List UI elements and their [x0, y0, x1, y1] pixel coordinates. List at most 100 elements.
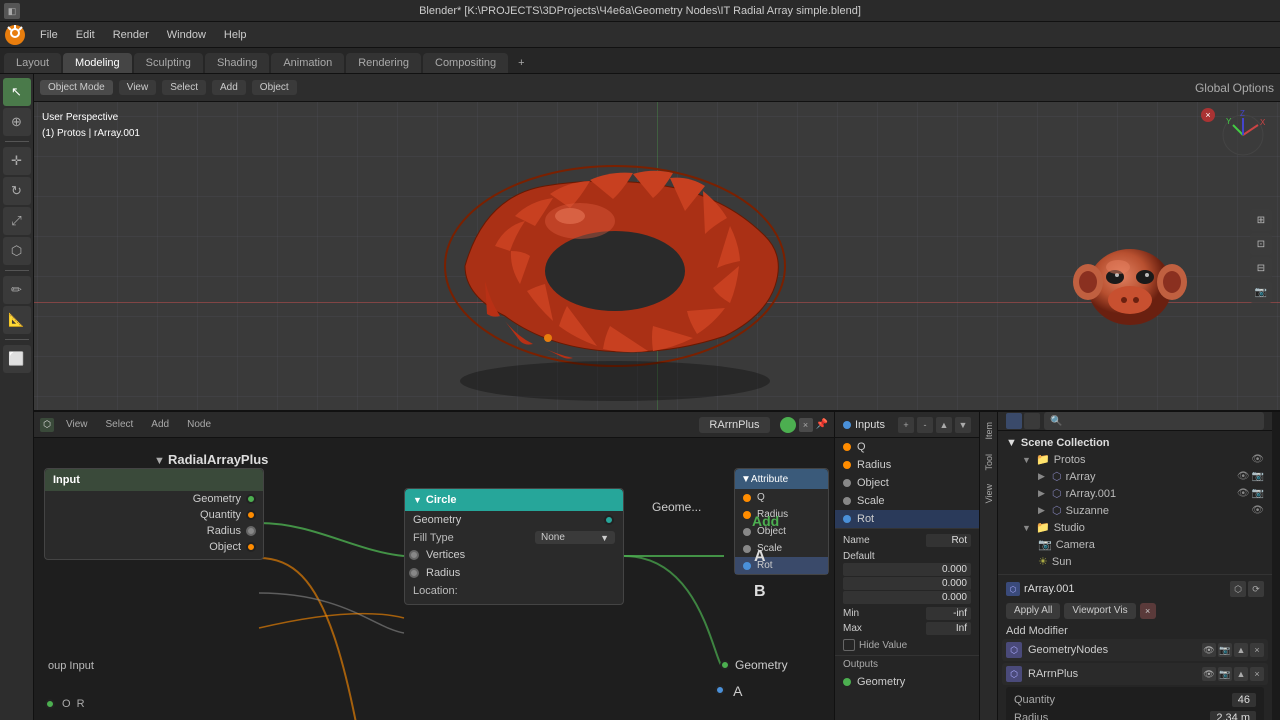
hide-value-checkbox[interactable] — [843, 639, 855, 651]
input-q-item[interactable]: Q — [835, 438, 979, 456]
mod-close-button[interactable]: × — [1140, 603, 1156, 619]
tab-compositing[interactable]: Compositing — [423, 53, 508, 73]
geonodes-mod-show[interactable]: 👁 — [1202, 643, 1216, 657]
select-button[interactable]: Select — [162, 80, 206, 95]
add-cube-button[interactable]: ⬜ — [3, 345, 31, 373]
tab-rendering[interactable]: Rendering — [346, 53, 421, 73]
rot-max-field[interactable]: Inf — [926, 622, 971, 635]
rot-default-x-field[interactable]: 0.000 — [843, 563, 971, 576]
viewport-vis-button[interactable]: Viewport Vis — [1064, 603, 1135, 619]
output-geometry-item[interactable]: Geometry — [835, 673, 979, 691]
inputs-up-button[interactable]: ▲ — [936, 417, 952, 433]
scale-tool-button[interactable]: ⤢ — [3, 207, 31, 235]
attr-rot-item[interactable]: Rot — [735, 557, 828, 574]
props-icon[interactable] — [1024, 413, 1040, 429]
side-tab-view[interactable]: View — [981, 478, 997, 509]
rotate-tool-button[interactable]: ↻ — [3, 177, 31, 205]
cursor-tool-button[interactable]: ⊕ — [3, 108, 31, 136]
side-tab-item[interactable]: Item — [981, 416, 997, 446]
select-tool-button[interactable]: ↖ — [3, 78, 31, 106]
add-modifier-button[interactable]: Add Modifier — [1002, 623, 1268, 639]
geonodes-mod-up[interactable]: ▲ — [1234, 643, 1248, 657]
move-tool-button[interactable]: ✛ — [3, 147, 31, 175]
side-tab-tool[interactable]: Tool — [981, 448, 997, 477]
collection-studio[interactable]: ▼ 📁 Studio — [1002, 519, 1268, 536]
scene-collection-title: Scene Collection — [1021, 437, 1110, 449]
menu-help[interactable]: Help — [216, 27, 255, 43]
tab-sculpting[interactable]: Sculpting — [134, 53, 203, 73]
tab-modeling[interactable]: Modeling — [63, 53, 132, 73]
input-scale-item[interactable]: Scale — [835, 492, 979, 510]
outliner-icon[interactable] — [1006, 413, 1022, 429]
rarray001-item[interactable]: ▶ ⬡ rArray.001 👁 📷 — [1002, 485, 1268, 502]
node-add-label[interactable]: Add — [752, 513, 779, 529]
inputs-down-button[interactable]: ▼ — [955, 417, 971, 433]
add-workspace-button[interactable]: + — [510, 53, 532, 73]
node-select-button[interactable]: Select — [100, 417, 140, 432]
quantity-gn-value[interactable]: 46 — [1232, 693, 1256, 707]
radius-gn-value[interactable]: 2.34 m — [1210, 711, 1256, 720]
nav-top-button[interactable]: ⊟ — [1250, 257, 1272, 279]
camera-item[interactable]: 📷 Camera — [1002, 536, 1268, 553]
tab-shading[interactable]: Shading — [205, 53, 269, 73]
viewport-3d[interactable]: User Perspective (1) Protos | rArray.001… — [34, 102, 1280, 410]
input-rot-item[interactable]: Rot — [835, 510, 979, 528]
apply-all-button[interactable]: Apply All — [1006, 603, 1060, 619]
node-add-button[interactable]: Add — [145, 417, 175, 432]
tab-animation[interactable]: Animation — [271, 53, 344, 73]
props-icons — [1006, 413, 1040, 429]
rarrnplus-mod-settings[interactable]: × — [1250, 667, 1264, 681]
object-mode-dropdown[interactable]: Object Mode — [40, 80, 113, 95]
node-view-button[interactable]: View — [60, 417, 94, 432]
measure-tool-button[interactable]: 📐 — [3, 306, 31, 334]
attr-radius-socket — [743, 511, 751, 519]
rarrnplus-mod-render[interactable]: 📷 — [1218, 667, 1232, 681]
rarrnplus-mod-show[interactable]: 👁 — [1202, 667, 1216, 681]
node-close-button[interactable]: × — [799, 418, 813, 432]
nav-side-button[interactable]: ⊡ — [1250, 233, 1272, 255]
window-button[interactable]: ◧ — [4, 3, 20, 19]
protos-vis-icon[interactable]: 👁 — [1251, 454, 1264, 465]
menu-render[interactable]: Render — [105, 27, 157, 43]
menu-edit[interactable]: Edit — [68, 27, 103, 43]
transform-tool-button[interactable]: ⬡ — [3, 237, 31, 265]
geometry-output-row: Geometry — [405, 511, 623, 529]
collection-protos[interactable]: ▼ 📁 Protos 👁 — [1002, 451, 1268, 468]
rot-default-z-field[interactable]: 0.000 — [843, 591, 971, 604]
node-pin-button[interactable]: 📌 — [816, 419, 828, 430]
menu-file[interactable]: File — [32, 27, 66, 43]
global-transform-icon[interactable]: Global — [1195, 81, 1230, 95]
rot-default-y-field[interactable]: 0.000 — [843, 577, 971, 590]
close-viewport-button[interactable]: × — [1201, 108, 1215, 122]
rot-name-field[interactable]: Rot — [926, 534, 971, 547]
geonodes-mod-render[interactable]: 📷 — [1218, 643, 1232, 657]
node-node-button[interactable]: Node — [181, 417, 217, 432]
input-object-socket — [843, 479, 851, 487]
rot-min-field[interactable]: -inf — [926, 607, 971, 620]
inputs-add-button[interactable]: + — [898, 417, 914, 433]
tab-layout[interactable]: Layout — [4, 53, 61, 73]
view-button[interactable]: View — [119, 80, 157, 95]
geonodes-mod-settings[interactable]: × — [1250, 643, 1264, 657]
nav-front-button[interactable]: ⊞ — [1250, 209, 1272, 231]
object-button[interactable]: Object — [252, 80, 297, 95]
rarrnplus-mod-up[interactable]: ▲ — [1234, 667, 1248, 681]
axis-indicator: X Y Z — [1218, 110, 1268, 160]
scene-collection-header: ▼ Scene Collection — [1002, 435, 1268, 451]
rarray-item[interactable]: ▶ ⬡ rArray 👁 📷 — [1002, 468, 1268, 485]
input-object-item[interactable]: Object — [835, 474, 979, 492]
options-button[interactable]: Options — [1233, 81, 1274, 95]
fill-type-row: Fill Type None ▼ — [405, 529, 623, 546]
sun-item[interactable]: ☀ Sun — [1002, 553, 1268, 570]
node-canvas[interactable]: ▼ RadialArrayPlus Input Geometry Quantit… — [34, 438, 834, 720]
input-radius-item[interactable]: Radius — [835, 456, 979, 474]
fill-type-dropdown[interactable]: None ▼ — [535, 531, 615, 544]
suzanne-item[interactable]: ▶ ⬡ Suzanne 👁 — [1002, 502, 1268, 519]
mod-geo-icon: ⬡ — [1230, 581, 1246, 597]
outliner-search[interactable]: 🔍 — [1044, 412, 1264, 430]
annotate-tool-button[interactable]: ✏ — [3, 276, 31, 304]
menu-window[interactable]: Window — [159, 27, 214, 43]
add-button[interactable]: Add — [212, 80, 246, 95]
inputs-remove-button[interactable]: - — [917, 417, 933, 433]
nav-camera-button[interactable]: 📷 — [1250, 281, 1272, 303]
